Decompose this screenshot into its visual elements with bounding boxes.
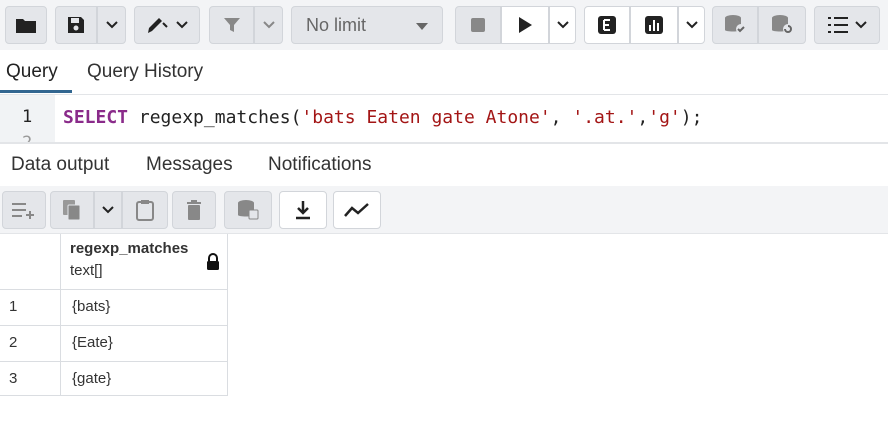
row-number: 3 <box>9 370 18 387</box>
list-icon <box>828 17 848 33</box>
sql-string: 'g' <box>648 107 681 128</box>
line-number-gutter: 1 2 <box>0 95 55 142</box>
chevron-down-icon <box>262 21 275 29</box>
cell-value: {bats} <box>72 298 111 315</box>
tab-notifications[interactable]: Notifications <box>268 154 372 176</box>
rollback-button[interactable] <box>758 6 806 44</box>
delete-button[interactable] <box>172 191 216 229</box>
column-type: text[] <box>70 262 103 279</box>
open-file-button[interactable] <box>5 6 47 44</box>
line-number: 1 <box>22 107 33 127</box>
bar-chart-icon <box>645 16 663 34</box>
graph-visualiser-button[interactable] <box>333 191 381 229</box>
tab-query-history[interactable]: Query History <box>87 61 203 83</box>
trash-icon <box>187 200 201 220</box>
tab-messages[interactable]: Messages <box>146 154 233 176</box>
row-number: 1 <box>9 298 18 315</box>
add-row-button[interactable] <box>2 191 46 229</box>
sql-string: 'bats Eaten gate Atone' <box>301 107 551 128</box>
column-name: regexp_matches <box>70 240 189 257</box>
stop-icon <box>471 18 485 32</box>
database-save-icon <box>238 200 259 220</box>
caret-down-icon <box>416 23 428 30</box>
filter-icon <box>223 18 240 32</box>
chevron-down-icon <box>176 21 188 29</box>
database-check-icon <box>725 15 746 34</box>
chevron-down-icon <box>685 21 698 29</box>
tab-data-output[interactable]: Data output <box>11 154 109 176</box>
query-toolbar: No limit <box>0 0 888 50</box>
macros-button[interactable] <box>814 6 880 44</box>
stop-button[interactable] <box>455 6 501 44</box>
sql-function: regexp_matches( <box>128 107 302 128</box>
query-tabs: Query Query History <box>0 50 888 94</box>
row-number-header <box>0 234 61 290</box>
edit-icon <box>148 18 168 33</box>
execute-dropdown-button[interactable] <box>549 6 576 44</box>
cell-value: {gate} <box>72 370 112 387</box>
explain-dropdown-button[interactable] <box>678 6 705 44</box>
filter-button[interactable] <box>209 6 254 44</box>
cell-value: {Eate} <box>72 334 113 351</box>
sql-separator: , <box>550 107 573 128</box>
line-number: 2 <box>22 133 32 142</box>
explain-icon <box>598 16 616 34</box>
sql-keyword: SELECT <box>63 107 129 128</box>
lock-icon <box>207 253 219 270</box>
sql-separator: , <box>637 107 649 128</box>
save-icon <box>68 17 84 33</box>
execute-button[interactable] <box>501 6 549 44</box>
play-icon <box>519 17 532 33</box>
chevron-down-icon <box>855 21 867 29</box>
save-dropdown-button[interactable] <box>97 6 126 44</box>
row-limit-select[interactable]: No limit <box>291 6 443 44</box>
sql-code-line[interactable]: SELECT regexp_matches('bats Eaten gate A… <box>63 107 702 128</box>
sql-string: '.at.' <box>572 107 638 128</box>
download-button[interactable] <box>279 191 327 229</box>
tab-query[interactable]: Query <box>6 61 58 83</box>
copy-dropdown-button[interactable] <box>94 191 122 229</box>
save-data-button[interactable] <box>224 191 272 229</box>
filter-dropdown-button[interactable] <box>254 6 283 44</box>
row-number: 2 <box>9 334 18 351</box>
results-toolbar <box>0 186 888 234</box>
copy-button[interactable] <box>50 191 94 229</box>
download-icon <box>296 201 310 220</box>
edit-button[interactable] <box>134 6 200 44</box>
explain-analyze-button[interactable] <box>630 6 678 44</box>
clipboard-icon <box>136 200 154 221</box>
database-rollback-icon <box>772 15 793 34</box>
add-row-icon <box>12 203 34 219</box>
save-button[interactable] <box>55 6 97 44</box>
sql-editor[interactable]: 1 2 SELECT regexp_matches('bats Eaten ga… <box>0 94 888 142</box>
sql-end: ); <box>680 107 703 128</box>
copy-icon <box>63 200 81 221</box>
paste-button[interactable] <box>122 191 168 229</box>
chevron-down-icon <box>105 21 118 29</box>
explain-button[interactable] <box>584 6 630 44</box>
line-chart-icon <box>344 203 369 217</box>
result-tabs: Data output Messages Notifications <box>0 142 888 186</box>
chevron-down-icon <box>556 21 569 29</box>
folder-icon <box>16 19 36 33</box>
commit-button[interactable] <box>712 6 758 44</box>
chevron-down-icon <box>102 206 114 214</box>
active-tab-indicator <box>0 90 72 93</box>
row-limit-value: No limit <box>306 14 367 35</box>
